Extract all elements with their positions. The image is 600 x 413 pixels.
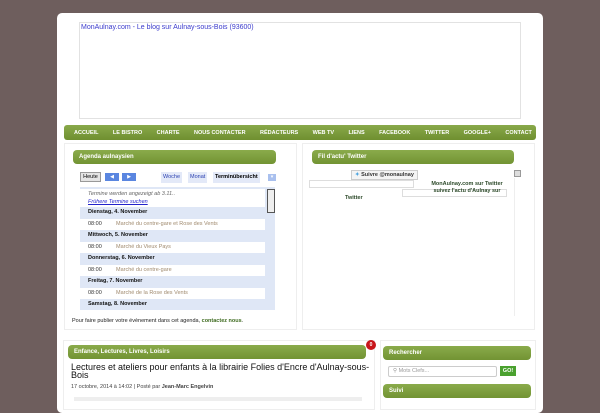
tab-month[interactable]: Monat <box>188 172 208 183</box>
scrollbar[interactable] <box>267 189 275 213</box>
contact-link[interactable]: contactez nous <box>202 318 242 324</box>
twitter-panel <box>302 143 535 330</box>
nav-accueil[interactable]: ACCUEIL <box>74 130 98 136</box>
next-button[interactable]: ▶ <box>122 173 136 181</box>
twitter-label: Twitter <box>345 195 363 201</box>
post-content <box>74 397 362 401</box>
event-row[interactable]: 08:00 Marché du Vieux Pays <box>80 241 265 253</box>
day-header: Freitag, 7. November <box>88 278 143 284</box>
event-row[interactable]: 08:00 Marché du centre-gare et Rose des V… <box>80 218 265 230</box>
nav-web-tv[interactable]: WEB TV <box>313 130 334 136</box>
day-header: Dienstag, 4. November <box>88 209 148 215</box>
prev-button[interactable]: ◀ <box>105 173 119 181</box>
twitter-bird-icon: ✦ <box>355 172 360 178</box>
earlier-events-link[interactable]: Frühere Termine suchen <box>88 198 257 206</box>
follow-button[interactable]: ✦ Suivre @monaulnay <box>351 170 418 180</box>
event-row[interactable]: 08:00 Marché du centre-gare <box>80 264 265 276</box>
search-icon: ⚲ <box>393 368 398 374</box>
post-title[interactable]: Lectures et ateliers pour enfants à la l… <box>71 363 371 380</box>
follow-title: Suivi <box>383 384 531 398</box>
dropdown-icon[interactable]: ▾ <box>268 174 276 181</box>
agenda-notice: Termine werden angezeigt ab 3.11.. <box>88 191 176 197</box>
day-header: Samstag, 8. November <box>88 301 147 307</box>
agenda-title: Agenda aulnaysien <box>73 150 276 164</box>
search-title: Rechercher <box>383 346 531 360</box>
search-go-button[interactable]: GO! <box>500 366 516 376</box>
nav-google[interactable]: GOOGLE+ <box>464 130 491 136</box>
nav-twitter[interactable]: TWITTER <box>425 130 449 136</box>
comment-count-badge[interactable]: 0 <box>366 340 376 350</box>
nav-le-bistro[interactable]: LE BISTRO <box>113 130 142 136</box>
nav-contact[interactable]: CONTACT <box>505 130 531 136</box>
agenda-list: Termine werden angezeigt ab 3.11.. Frühe… <box>80 187 275 310</box>
scroll-track <box>514 178 515 316</box>
post-meta: 17 octobre, 2014 à 14:02 | Posté par Jea… <box>71 384 214 390</box>
day-header: Mittwoch, 5. November <box>88 232 148 238</box>
day-header: Donnerstag, 6. November <box>88 255 155 261</box>
today-button[interactable]: Heute <box>80 172 101 182</box>
nav-facebook[interactable]: FACEBOOK <box>379 130 410 136</box>
tab-week[interactable]: Woche <box>161 172 183 183</box>
nav-nous-contacter[interactable]: NOUS CONTACTER <box>194 130 246 136</box>
site-title[interactable]: MonAulnay.com - Le blog sur Aulnay-sous-… <box>81 24 254 31</box>
scrollbar[interactable] <box>514 170 521 177</box>
post-category[interactable]: Enfance, Lectures, Livres, Loisirs <box>68 345 366 359</box>
agenda-footer: Pour faire publier votre évènement dans … <box>72 318 244 324</box>
search-input[interactable]: ⚲ Mots Clefs... <box>388 366 497 377</box>
twitter-heading: MonAulnay.com sur Twitter suivez l'actu d… <box>431 181 503 194</box>
main-nav: ACCUEIL LE BISTRO CHARTE NOUS CONTACTER … <box>64 125 536 140</box>
twitter-frame <box>309 180 414 188</box>
nav-charte[interactable]: CHARTE <box>157 130 180 136</box>
nav-redacteurs[interactable]: RÉDACTEURS <box>260 130 298 136</box>
twitter-title: Fil d'actu' Twitter <box>312 150 514 164</box>
post-author[interactable]: Jean-Marc Engelvin <box>162 384 214 390</box>
nav-liens[interactable]: LIENS <box>348 130 364 136</box>
site-header: MonAulnay.com - Le blog sur Aulnay-sous-… <box>79 22 521 119</box>
event-row[interactable]: 08:00 Marché de la Rose des Vents <box>80 287 265 299</box>
tab-overview[interactable]: Terminübersicht <box>213 172 260 183</box>
